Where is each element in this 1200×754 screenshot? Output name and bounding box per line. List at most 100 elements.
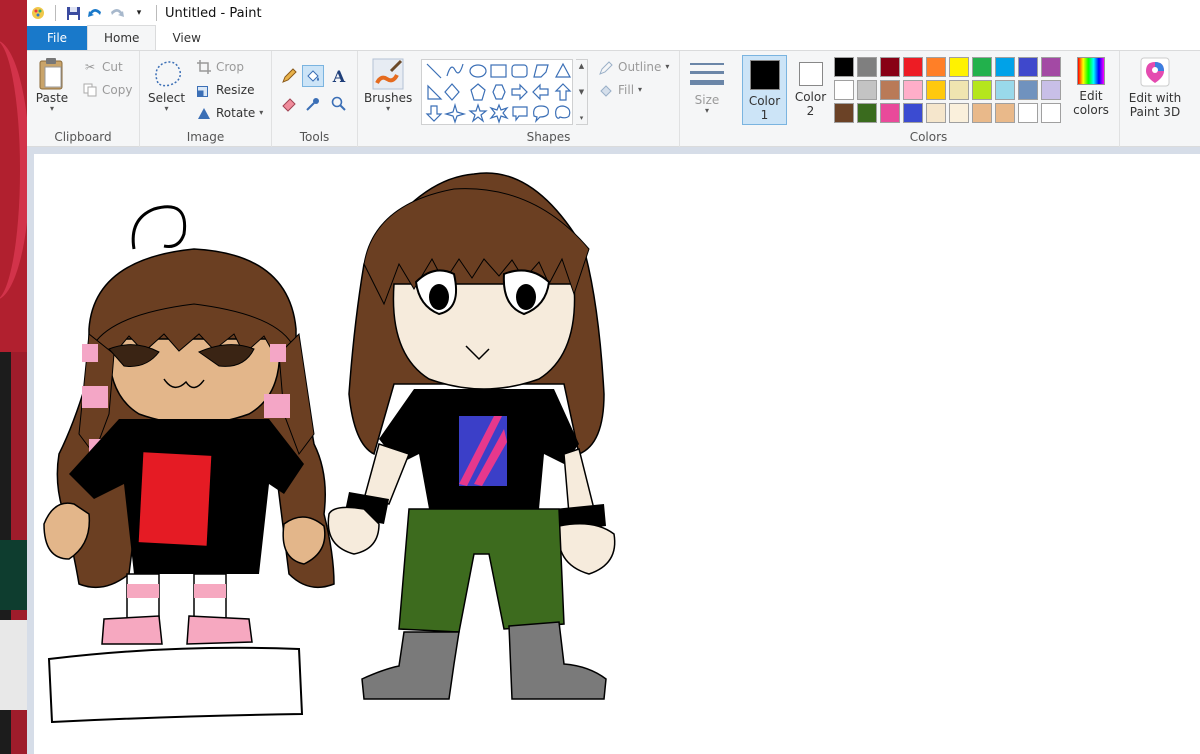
brushes-label: Brushes: [364, 91, 413, 105]
palette-swatch[interactable]: [995, 103, 1015, 123]
chevron-down-icon: ▾: [164, 104, 169, 113]
paste-button[interactable]: Paste ▾: [35, 57, 69, 113]
palette-swatch[interactable]: [1041, 57, 1061, 77]
title-bar: ▾ Untitled - Paint: [27, 0, 1200, 26]
shapes-scrollbar[interactable]: ▲ ▼ ▾: [576, 59, 588, 125]
palette-swatch[interactable]: [1018, 80, 1038, 100]
separator: [55, 5, 56, 21]
palette-swatch[interactable]: [926, 57, 946, 77]
text-tool-icon[interactable]: A: [328, 65, 350, 87]
color2-swatch: [798, 62, 823, 86]
palette-swatch[interactable]: [880, 57, 900, 77]
redo-icon[interactable]: [106, 2, 128, 24]
image-group: Select ▾ Crop Resize Rotate ▾ Image: [140, 51, 272, 147]
palette-swatch[interactable]: [857, 80, 877, 100]
paint-app-icon[interactable]: [27, 2, 49, 24]
brush-icon: [371, 57, 405, 91]
copy-label: Copy: [102, 83, 133, 97]
brushes-button[interactable]: Brushes ▾: [364, 57, 412, 113]
scroll-down-icon[interactable]: ▼: [579, 88, 584, 96]
size-label: Size: [694, 93, 720, 107]
palette-swatch[interactable]: [1018, 103, 1038, 123]
eraser-icon[interactable]: [278, 93, 300, 115]
outline-button[interactable]: Outline ▾: [598, 59, 669, 75]
tab-file[interactable]: File: [27, 26, 87, 50]
drawing-canvas[interactable]: [34, 154, 1200, 754]
color2-button[interactable]: Color 2: [788, 55, 833, 125]
palette-swatch[interactable]: [857, 103, 877, 123]
crop-button[interactable]: Crop: [196, 59, 244, 75]
scroll-up-icon[interactable]: ▲: [579, 62, 584, 70]
palette-swatch[interactable]: [949, 57, 969, 77]
crop-icon: [196, 59, 212, 75]
tab-view[interactable]: View: [156, 26, 216, 50]
palette-swatch[interactable]: [972, 80, 992, 100]
canvas-workspace: [27, 147, 1200, 754]
cut-label: Cut: [102, 60, 123, 74]
resize-button[interactable]: Resize: [196, 82, 254, 98]
separator: [156, 5, 157, 21]
palette-swatch[interactable]: [834, 80, 854, 100]
outline-label: Outline: [618, 60, 662, 74]
magnifier-icon[interactable]: [328, 93, 350, 115]
color-picker-icon[interactable]: [302, 93, 324, 115]
chevron-down-icon: ▾: [259, 108, 264, 117]
tab-home[interactable]: Home: [87, 25, 157, 50]
palette-swatch[interactable]: [972, 57, 992, 77]
rotate-button[interactable]: Rotate ▾: [196, 105, 263, 121]
color1-button[interactable]: Color 1: [742, 55, 787, 125]
palette-swatch[interactable]: [995, 57, 1015, 77]
shapes-gallery: [421, 59, 573, 125]
paint3d-label-2: Paint 3D: [1129, 105, 1181, 119]
cut-button[interactable]: ✂ Cut: [82, 59, 123, 75]
save-icon[interactable]: [62, 2, 84, 24]
chevron-down-icon: ▾: [704, 106, 709, 115]
palette-swatch[interactable]: [926, 80, 946, 100]
scissors-icon: ✂: [84, 60, 96, 74]
edit-with-paint3d-button[interactable]: Edit with Paint 3D: [1124, 57, 1186, 119]
palette-swatch[interactable]: [903, 57, 923, 77]
rotate-icon: [196, 105, 212, 121]
palette-swatch[interactable]: [1041, 80, 1061, 100]
girl-character: [43, 205, 335, 724]
palette-swatch[interactable]: [1041, 103, 1061, 123]
palette-swatch[interactable]: [949, 103, 969, 123]
outline-pen-icon: [598, 59, 614, 75]
palette-swatch[interactable]: [903, 103, 923, 123]
color1-number: 1: [760, 108, 769, 122]
paste-icon: [35, 57, 69, 91]
palette-swatch[interactable]: [926, 103, 946, 123]
paste-label: Paste: [35, 91, 69, 105]
palette-swatch[interactable]: [880, 103, 900, 123]
palette-swatch[interactable]: [972, 103, 992, 123]
paint3d-group: Edit with Paint 3D: [1120, 51, 1190, 147]
more-shapes-icon[interactable]: ▾: [580, 114, 584, 122]
customize-dropdown-icon[interactable]: ▾: [128, 2, 150, 24]
palette-swatch[interactable]: [857, 57, 877, 77]
fill-icon: [598, 82, 614, 98]
palette-swatch[interactable]: [995, 80, 1015, 100]
pencil-icon[interactable]: [278, 65, 300, 87]
fill-bucket-icon[interactable]: [302, 65, 324, 87]
resize-icon: [196, 82, 212, 98]
tools-group-label: Tools: [299, 130, 330, 144]
palette-swatch[interactable]: [834, 103, 854, 123]
color2-number: 2: [806, 104, 815, 118]
undo-icon[interactable]: [84, 2, 106, 24]
clipboard-group-label: Clipboard: [54, 130, 112, 144]
copy-icon: [82, 82, 98, 98]
select-button[interactable]: Select ▾: [148, 57, 185, 113]
palette-swatch[interactable]: [1018, 57, 1038, 77]
palette-swatch[interactable]: [903, 80, 923, 100]
edit-colors-button[interactable]: Edit colors: [1066, 57, 1116, 117]
select-label: Select: [148, 91, 186, 105]
palette-swatch[interactable]: [834, 57, 854, 77]
edit-colors-label: Edit: [1079, 89, 1103, 103]
color1-swatch: [749, 60, 780, 90]
fill-button[interactable]: Fill ▾: [598, 82, 642, 98]
palette-swatch[interactable]: [949, 80, 969, 100]
copy-button[interactable]: Copy: [82, 82, 132, 98]
color2-label: Color: [794, 90, 827, 104]
size-button[interactable]: Size ▾: [690, 59, 724, 115]
palette-swatch[interactable]: [880, 80, 900, 100]
